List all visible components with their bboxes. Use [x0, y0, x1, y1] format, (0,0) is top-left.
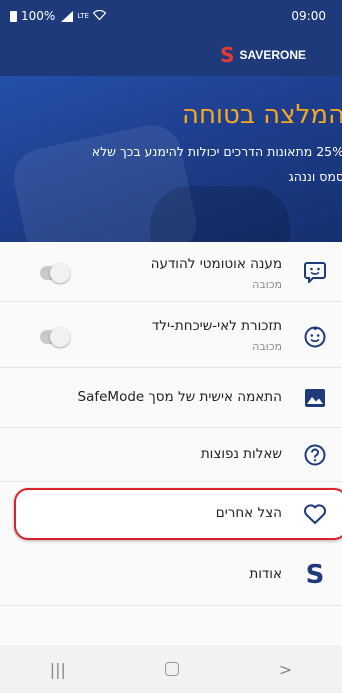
toggle-knob — [50, 327, 70, 347]
status-bar: 100% LTE 09:00 — [0, 0, 342, 36]
battery-level: 100% — [21, 9, 56, 23]
home-button[interactable] — [165, 662, 180, 676]
status-left: 100% LTE — [10, 9, 107, 23]
menu-item-label: מענה אוטומטי להודעה — [150, 256, 282, 272]
heart-icon — [302, 501, 328, 527]
back-button[interactable]: > — [279, 660, 292, 679]
menu-item-status: מכובה — [252, 340, 282, 353]
saverone-logo: S SAVERONE — [220, 45, 306, 65]
menu-item-save-others[interactable]: הצל אחרים — [0, 482, 342, 546]
about-s-glyph: S — [305, 560, 325, 590]
app-header: S SAVERONE — [0, 36, 342, 76]
signal-icon — [61, 10, 74, 22]
menu-item-label: אודות — [249, 566, 282, 582]
menu-item-safemode-screen[interactable]: התאמה אישית של מסך SafeMode — [0, 368, 342, 428]
wifi-icon — [92, 9, 107, 23]
child-reminder-toggle[interactable] — [40, 327, 70, 347]
hero-banner[interactable]: המלצה בטוחה 25% מתאונות הדרכים יכולות לה… — [0, 76, 342, 242]
menu-item-label: הצל אחרים — [215, 505, 282, 521]
help-circle-icon — [302, 442, 328, 468]
hero-title: המלצה בטוחה — [181, 100, 342, 130]
message-smile-icon — [302, 259, 328, 285]
logo-mark: S — [220, 43, 235, 67]
menu-item-faq[interactable]: שאלות נפוצות — [0, 428, 342, 482]
menu-item-about[interactable]: S אודות — [0, 546, 342, 606]
hero-text-line: סמס וננהג — [288, 169, 342, 184]
clock: 09:00 — [291, 9, 326, 23]
battery-icon — [10, 10, 17, 22]
toggle-knob — [50, 263, 70, 283]
baby-face-icon — [302, 324, 328, 350]
menu-item-status: מכובה — [252, 278, 282, 291]
menu-item-label: שאלות נפוצות — [200, 446, 282, 462]
hero-background-shape — [150, 186, 290, 242]
hero-text-line: 25% מתאונות הדרכים יכולות להימנע בכך שלא — [91, 144, 342, 159]
recents-button[interactable]: ||| — [50, 660, 66, 679]
saverone-s-icon: S — [302, 562, 328, 588]
image-icon — [302, 385, 328, 411]
system-nav-bar: ||| > — [0, 645, 342, 693]
network-type: LTE — [77, 12, 89, 20]
menu-item-label: התאמה אישית של מסך SafeMode — [77, 389, 282, 405]
menu-item-auto-reply[interactable]: מענה אוטומטי להודעה מכובה — [0, 242, 342, 302]
menu-item-child-reminder[interactable]: תזכורת לאי-שיכחת-ילד מכובה — [0, 302, 342, 368]
auto-reply-toggle[interactable] — [40, 263, 70, 283]
logo-text: SAVERONE — [239, 48, 306, 62]
menu-item-label: תזכורת לאי-שיכחת-ילד — [151, 318, 282, 334]
